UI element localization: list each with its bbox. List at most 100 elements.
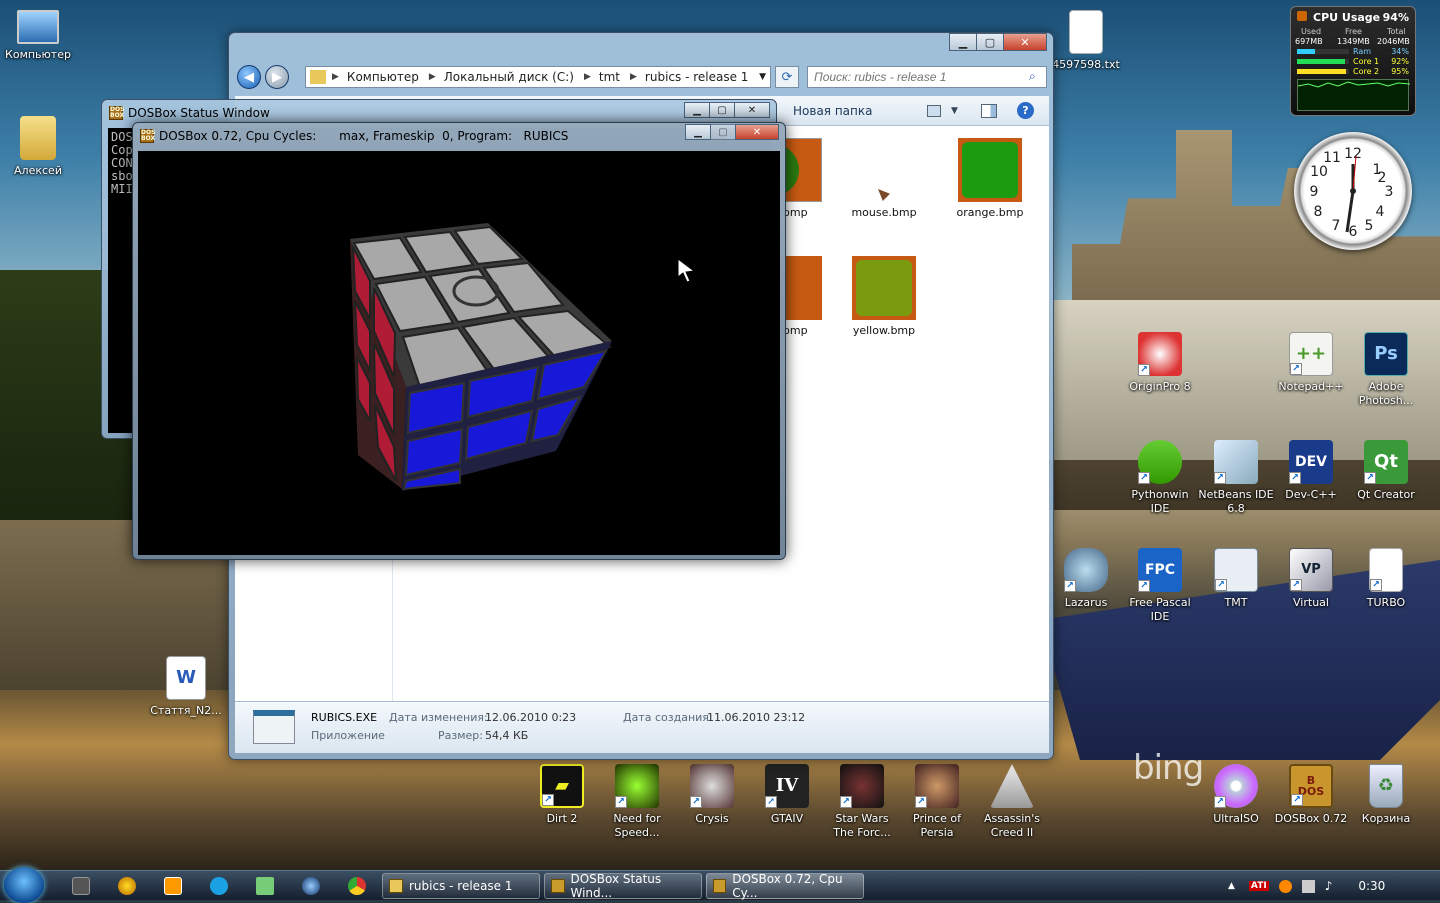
window-title: DOSBox 0.72, Cpu Cycles: max, Frameskip …: [159, 129, 569, 143]
ati-icon[interactable]: ATI: [1248, 881, 1269, 891]
chevron-down-icon[interactable]: ▼: [759, 72, 766, 82]
start-button[interactable]: [4, 867, 44, 903]
dosbox-main-window[interactable]: DOS BOX DOSBox 0.72, Cpu Cycles: max, Fra…: [132, 122, 786, 560]
desktop-icon-word-doc[interactable]: W Стаття_N2...: [148, 656, 224, 718]
used-label: Used: [1301, 27, 1322, 36]
quick-launch-icon[interactable]: [118, 877, 136, 895]
chevron-down-icon[interactable]: ▼: [951, 106, 958, 116]
tray-app-icon[interactable]: [1278, 879, 1292, 893]
network-icon[interactable]: [1301, 879, 1315, 893]
details-file-name: RUBICS.EXE: [311, 711, 378, 724]
desktop-icon-lazarus[interactable]: ↗ Lazarus: [1048, 548, 1124, 610]
taskbar-item-label: DOSBox Status Wind...: [570, 872, 662, 900]
details-pane: RUBICS.EXE Дата изменения: 12.06.2010 0:…: [235, 701, 1049, 753]
file-name: mouse.bmp: [851, 206, 917, 219]
ram-value: 34%: [1391, 47, 1409, 56]
image-thumbnail: [852, 256, 916, 320]
refresh-button[interactable]: ⟳: [775, 66, 799, 88]
taskbar-item-dosbox-status[interactable]: DOSBox Status Wind...: [544, 872, 702, 900]
search-input[interactable]: [807, 66, 1047, 88]
internet-explorer-icon[interactable]: [302, 877, 320, 895]
minimize-button[interactable]: ▁: [949, 33, 977, 51]
taskbar: rubics - release 1 DOSBox Status Wind...…: [0, 867, 1440, 903]
svg-text:3: 3: [1385, 184, 1394, 200]
desktop-icon-freepascal[interactable]: FPC ↗ Free Pascal IDE: [1122, 548, 1198, 624]
desktop-icon-label: Free Pascal IDE: [1129, 596, 1191, 623]
breadcrumb-tmt[interactable]: tmt: [599, 70, 620, 84]
tray-clock[interactable]: 0:30: [1358, 879, 1385, 893]
preview-pane-icon[interactable]: [981, 103, 997, 118]
dosbox-screen[interactable]: [138, 151, 780, 555]
maximize-button[interactable]: ▢: [709, 102, 735, 118]
forward-button[interactable]: ▶: [265, 65, 289, 89]
file-item[interactable]: mouse.bmp: [839, 138, 929, 219]
cpu-usage-gadget[interactable]: CPU Usage 94% Used Free Total 697MB 1349…: [1290, 6, 1416, 116]
desktop-icon-crysis[interactable]: ↗ Crysis: [674, 764, 750, 826]
breadcrumb-local-disk[interactable]: Локальный диск (C:): [444, 70, 574, 84]
desktop-icon-assassins[interactable]: Assassin's Creed II: [974, 764, 1050, 840]
close-button[interactable]: ✕: [734, 102, 770, 118]
desktop-icon-recyclebin[interactable]: ♻ Корзина: [1348, 764, 1424, 826]
task-manager-icon[interactable]: [72, 877, 90, 895]
close-button[interactable]: ✕: [1003, 33, 1047, 51]
clock-gadget[interactable]: 12 1 3 245 678 9 10 11: [1294, 132, 1412, 250]
word-document-icon: W: [166, 656, 206, 700]
originpro-icon: ↗: [1138, 332, 1182, 376]
desktop-icon-originpro[interactable]: ↗ OriginPro 8: [1122, 332, 1198, 394]
svg-text:6: 6: [1349, 224, 1358, 240]
file-item[interactable]: yellow.bmp: [839, 256, 929, 337]
back-button[interactable]: ◀: [237, 65, 261, 89]
desktop-icon-dosbox[interactable]: B DOS ↗ DOSBox 0.72: [1273, 764, 1349, 826]
starwars-icon: ↗: [840, 764, 884, 808]
system-tray: ▲ ATI ♪ 0:30: [1210, 871, 1440, 901]
close-button[interactable]: ✕: [735, 124, 779, 140]
desktop-icon-tmt[interactable]: ↗ TMT: [1198, 548, 1274, 610]
minimize-button[interactable]: ▁: [684, 102, 710, 118]
folder-icon: [310, 70, 326, 84]
details-created-value: 11.06.2010 23:12: [707, 711, 806, 724]
taskbar-item-explorer[interactable]: rubics - release 1: [382, 873, 540, 899]
desktop-icon-nfs[interactable]: ↗ Need for Speed...: [599, 764, 675, 840]
help-icon[interactable]: ?: [1017, 102, 1034, 119]
desktop-icon-textfile[interactable]: 4597598.txt: [1048, 10, 1124, 72]
breadcrumb-separator-icon: ▶: [332, 72, 339, 82]
chrome-icon[interactable]: [348, 877, 366, 895]
details-created-label: Дата создания:: [623, 711, 713, 724]
desktop-icon-computer[interactable]: Компьютер: [0, 10, 76, 62]
desktop-icon-turbo[interactable]: ↗ TURBO: [1348, 548, 1424, 610]
desktop-icon-devcpp[interactable]: DEV ↗ Dev-C++: [1273, 440, 1349, 502]
taskbar-item-dosbox-main[interactable]: DOSBox 0.72, Cpu Cy...: [706, 872, 864, 900]
desktop-icon-qtcreator[interactable]: Qt ↗ Qt Creator: [1348, 440, 1424, 502]
svg-text:12: 12: [1344, 146, 1362, 162]
volume-icon[interactable]: ♪: [1325, 879, 1333, 893]
desktop-icon-starwars[interactable]: ↗ Star Wars The Forc...: [824, 764, 900, 840]
file-item[interactable]: orange.bmp: [945, 138, 1035, 219]
views-icon[interactable]: [927, 104, 941, 117]
breadcrumb-rubics[interactable]: rubics - release 1: [645, 70, 749, 84]
desktop-icon-pythonwin[interactable]: ↗ Pythonwin IDE: [1122, 440, 1198, 516]
notepadpp-icon: ++ ↗: [1289, 332, 1333, 376]
desktop-icon-netbeans[interactable]: ↗ NetBeans IDE 6.8: [1198, 440, 1274, 516]
tray-expand-icon[interactable]: ▲: [1228, 881, 1235, 891]
desktop-icon-label: Lazarus: [1064, 596, 1108, 609]
breadcrumb-computer[interactable]: Компьютер: [347, 70, 419, 84]
new-folder-button[interactable]: Новая папка: [793, 104, 872, 118]
media-player-icon[interactable]: [164, 877, 182, 895]
desktop-icon-prince[interactable]: ↗ Prince of Persia: [899, 764, 975, 840]
app-icon[interactable]: [256, 877, 274, 895]
minimize-button[interactable]: ▁: [685, 124, 711, 140]
desktop-icon-ultraiso[interactable]: ↗ UltraISO: [1198, 764, 1274, 826]
desktop-icon-label: GTAIV: [770, 812, 804, 825]
desktop-icon-virtualpc[interactable]: VP ↗ Virtual: [1273, 548, 1349, 610]
desktop-icon-label: Adobe Photosh...: [1358, 380, 1414, 407]
desktop-icon-label: Crysis: [695, 812, 729, 825]
desktop-icon-gtaiv[interactable]: IV ↗ GTAIV: [749, 764, 825, 826]
address-bar[interactable]: ▶ Компьютер ▶ Локальный диск (C:) ▶ tmt …: [305, 66, 771, 88]
maximize-button[interactable]: ▢: [976, 33, 1004, 51]
skype-icon[interactable]: [210, 877, 228, 895]
desktop-icon-notepadpp[interactable]: ++ ↗ Notepad++: [1273, 332, 1349, 394]
desktop-icon-user-folder[interactable]: Алексей: [0, 116, 76, 178]
desktop-icon-photoshop[interactable]: Ps Adobe Photosh...: [1348, 332, 1424, 408]
text-file-icon: [1069, 10, 1103, 54]
desktop-icon-dirt2[interactable]: ▰ ↗ Dirt 2: [524, 764, 600, 826]
